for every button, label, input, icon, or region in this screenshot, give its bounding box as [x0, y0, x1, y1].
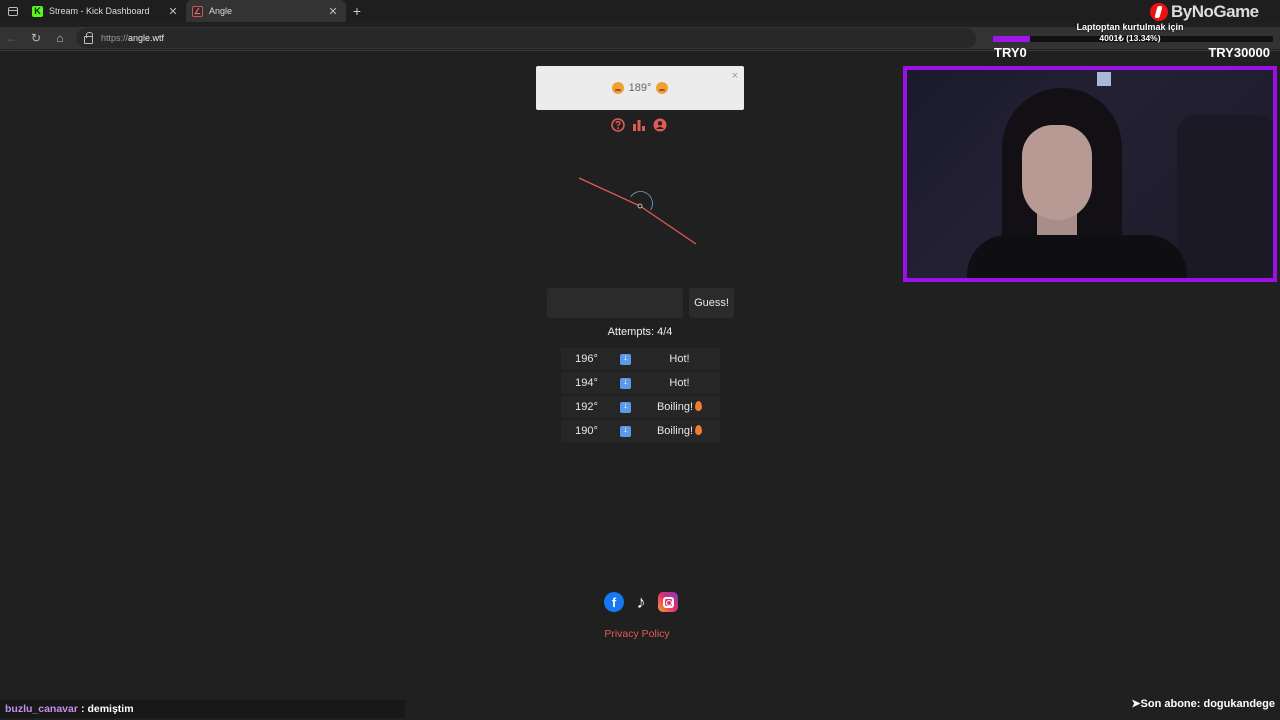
attempt-result-cell: Hot!	[639, 372, 720, 394]
url-scheme: https://	[101, 33, 129, 43]
back-arrow-icon[interactable]: ←	[0, 31, 24, 45]
angle-drawing	[578, 177, 697, 245]
attempt-result: Boiling!	[656, 425, 694, 437]
tab-kick-dashboard[interactable]: K Stream - Kick Dashboard ✕	[26, 0, 186, 22]
tab-title: Stream - Kick Dashboard	[49, 6, 150, 16]
donation-goal-value: 4001₺ (13.34%)	[1099, 33, 1161, 43]
reload-icon[interactable]: ↻	[24, 31, 48, 45]
down-arrow-icon	[620, 400, 631, 413]
attempt-guess: 194°	[561, 372, 612, 394]
kick-logo-icon: K	[32, 5, 43, 17]
donation-goal-title: Laptoptan kurtulmak için	[1076, 22, 1184, 32]
attempt-direction	[612, 372, 639, 394]
attempt-direction	[612, 348, 639, 370]
attempt-guess: 196°	[561, 348, 612, 370]
attempt-result: Boiling!	[656, 401, 694, 413]
instagram-icon[interactable]	[658, 592, 678, 612]
tab-title: Angle	[209, 6, 233, 16]
webcam-person-face	[1022, 125, 1092, 220]
social-links: f ♪	[604, 592, 678, 612]
attempt-direction	[612, 396, 639, 418]
fire-icon	[695, 425, 703, 435]
attempts-label: Attempts: 4/4	[607, 326, 673, 338]
tab-list-button[interactable]	[0, 0, 26, 22]
angle-ray-right	[639, 205, 697, 245]
webcam-person-body	[967, 235, 1187, 278]
attempt-row: 196° Hot!	[561, 348, 720, 370]
donation-goal-min: TRY0	[994, 45, 1027, 60]
bynogame-icon	[1150, 3, 1168, 21]
chat-username: buzlu_canavar	[5, 703, 78, 715]
chat-separator: :	[80, 703, 85, 715]
stats-icon[interactable]	[632, 118, 646, 132]
attempt-result-cell: Boiling!	[639, 420, 720, 442]
down-arrow-icon	[620, 424, 631, 437]
bynogame-wordmark: ByNoGame	[1171, 2, 1259, 21]
new-tab-button[interactable]: +	[346, 3, 368, 19]
attempt-result-cell: Hot!	[639, 348, 720, 370]
webcam-chair	[1177, 115, 1273, 278]
chat-message: demiştim	[87, 703, 134, 715]
angle-logo-icon: ∠	[192, 5, 203, 17]
attempts-table: 196° Hot! 194° Hot! 192° Boiling! 190° B…	[561, 346, 720, 444]
attempt-guess: 190°	[561, 420, 612, 442]
chat-overlay: buzlu_canavar : demiştim	[0, 700, 405, 718]
close-icon[interactable]: ×	[732, 70, 738, 82]
hot-face-emoji-icon	[656, 82, 669, 94]
answer-toast: 189° ×	[536, 66, 744, 110]
angle-vertex	[637, 203, 643, 209]
attempt-row: 190° Boiling!	[561, 420, 720, 442]
tiktok-icon[interactable]: ♪	[631, 592, 651, 612]
attempt-row: 194° Hot!	[561, 372, 720, 394]
browser-tab-bar: K Stream - Kick Dashboard ✕ ∠ Angle ✕ +	[0, 0, 1280, 22]
close-icon[interactable]: ✕	[326, 5, 340, 18]
tab-list-icon	[8, 6, 18, 16]
guess-input[interactable]	[547, 288, 683, 318]
attempt-result: Hot!	[669, 353, 690, 365]
subscriber-ticker: ➤Son abone: dogukandege	[1131, 698, 1275, 710]
tab-angle[interactable]: ∠ Angle ✕	[186, 0, 346, 22]
donation-goal-max: TRY30000	[1208, 45, 1270, 60]
attempt-row: 192° Boiling!	[561, 396, 720, 418]
attempt-result: Hot!	[669, 377, 690, 389]
home-icon[interactable]: ⌂	[48, 31, 72, 45]
bynogame-logo: ByNoGame	[1150, 2, 1275, 22]
instagram-glyph	[662, 596, 674, 608]
help-icon[interactable]	[611, 118, 625, 132]
webcam-feed	[903, 66, 1277, 282]
attempt-direction	[612, 420, 639, 442]
lock-icon	[84, 31, 93, 44]
account-icon[interactable]	[653, 118, 667, 132]
game-menu-icons	[611, 118, 667, 132]
guess-button[interactable]: Guess!	[689, 288, 734, 318]
webcam-window-light	[1097, 72, 1111, 86]
down-arrow-icon	[620, 376, 631, 389]
attempt-result-cell: Boiling!	[639, 396, 720, 418]
address-bar[interactable]: https://angle.wtf	[76, 28, 976, 48]
fire-icon	[695, 401, 703, 411]
privacy-policy-link[interactable]: Privacy Policy	[590, 628, 684, 640]
facebook-icon[interactable]: f	[604, 592, 624, 612]
url-host: angle.wtf	[128, 33, 165, 43]
angle-ray-left	[578, 177, 641, 207]
close-icon[interactable]: ✕	[166, 5, 180, 18]
hot-face-emoji-icon	[611, 82, 624, 94]
toolbar-divider	[0, 50, 1280, 51]
down-arrow-icon	[620, 352, 631, 365]
answer-text: 189°	[628, 82, 652, 94]
donation-goal-fill	[993, 36, 1031, 42]
attempt-guess: 192°	[561, 396, 612, 418]
